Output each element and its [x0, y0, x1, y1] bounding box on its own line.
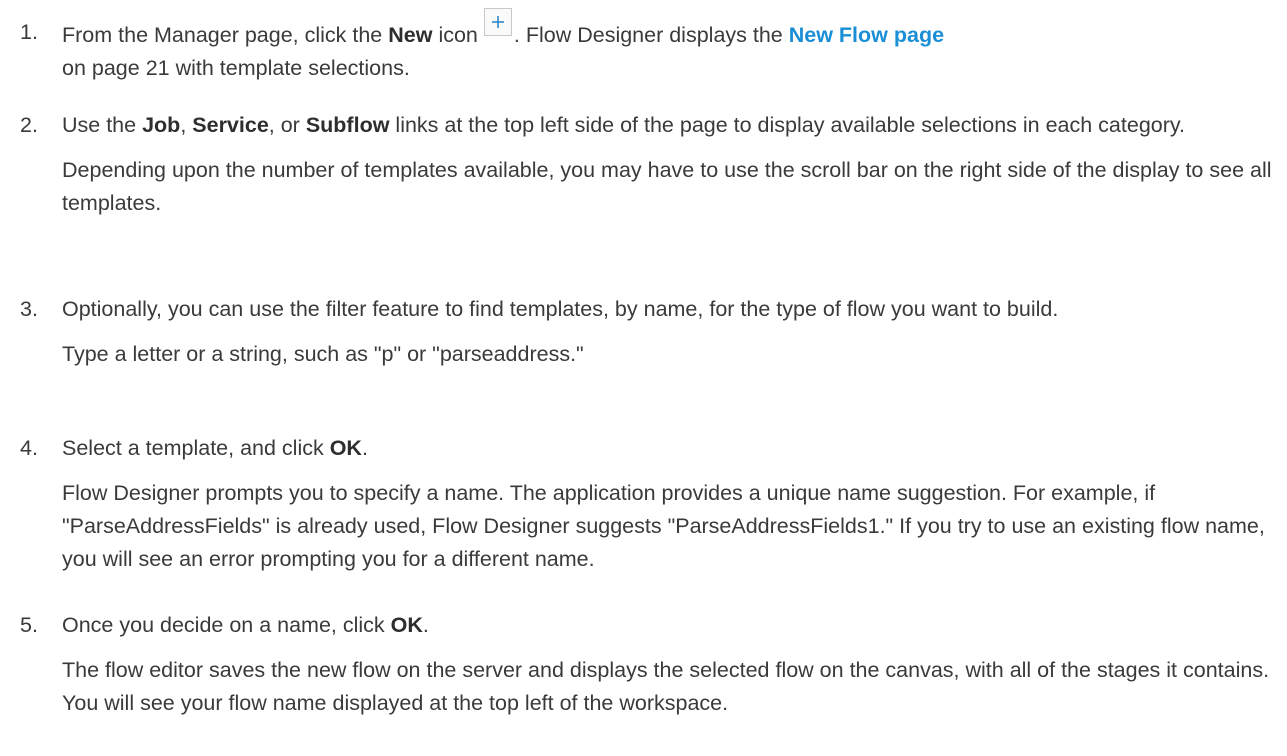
text-run: , — [180, 113, 193, 137]
step-number: 3. — [20, 297, 38, 321]
step-text: Select a template, and click OK. — [62, 432, 1274, 465]
text-run: Select a template, and click — [62, 436, 330, 460]
step-note: Type a letter or a string, such as "p" o… — [62, 342, 584, 366]
ok-label: OK — [390, 613, 423, 637]
job-label: Job — [142, 113, 181, 137]
step-body: Once you decide on a name, click OK. The… — [62, 609, 1274, 720]
step-body: Select a template, and click OK. Flow De… — [62, 432, 1274, 576]
new-label: New — [388, 23, 433, 47]
step-number: 1. — [20, 20, 38, 44]
ok-label: OK — [329, 436, 362, 460]
step-text: Once you decide on a name, click OK. — [62, 609, 1274, 642]
text-run: Once you decide on a name, click — [62, 613, 391, 637]
step-number: 4. — [20, 436, 38, 460]
step-body: Use the Job, Service, or Subflow links a… — [62, 109, 1274, 220]
text-run: . — [361, 436, 368, 460]
step-body: From the Manager page, click the New ico… — [62, 8, 1274, 85]
step-number: 5. — [20, 613, 38, 637]
text-run: From the Manager page, click the — [62, 23, 389, 47]
step-note: The flow editor saves the new flow on th… — [62, 658, 1270, 715]
service-label: Service — [192, 113, 269, 137]
step-note: Depending upon the number of templates a… — [62, 158, 1272, 215]
step-body: Optionally, you can use the filter featu… — [62, 293, 1274, 371]
subflow-label: Subflow — [305, 113, 390, 137]
text-run: Use the — [62, 113, 143, 137]
text-run: . Flow Designer displays the — [513, 23, 789, 47]
plus-icon — [483, 8, 512, 36]
new-flow-page-link[interactable]: New Flow page — [789, 23, 944, 47]
text-run: links at the top left side of the page t… — [389, 113, 1186, 137]
step-text: Use the Job, Service, or Subflow links a… — [62, 109, 1274, 142]
step-text: From the Manager page, click the New ico… — [62, 8, 1274, 85]
step-text: Optionally, you can use the filter featu… — [62, 297, 1059, 321]
text-run: , or — [268, 113, 306, 137]
step-note: Flow Designer prompts you to specify a n… — [62, 481, 1265, 571]
step-number: 2. — [20, 113, 38, 137]
text-run: on page 21 with template selections. — [62, 56, 410, 80]
text-run: icon — [432, 23, 478, 47]
text-run: . — [422, 613, 429, 637]
